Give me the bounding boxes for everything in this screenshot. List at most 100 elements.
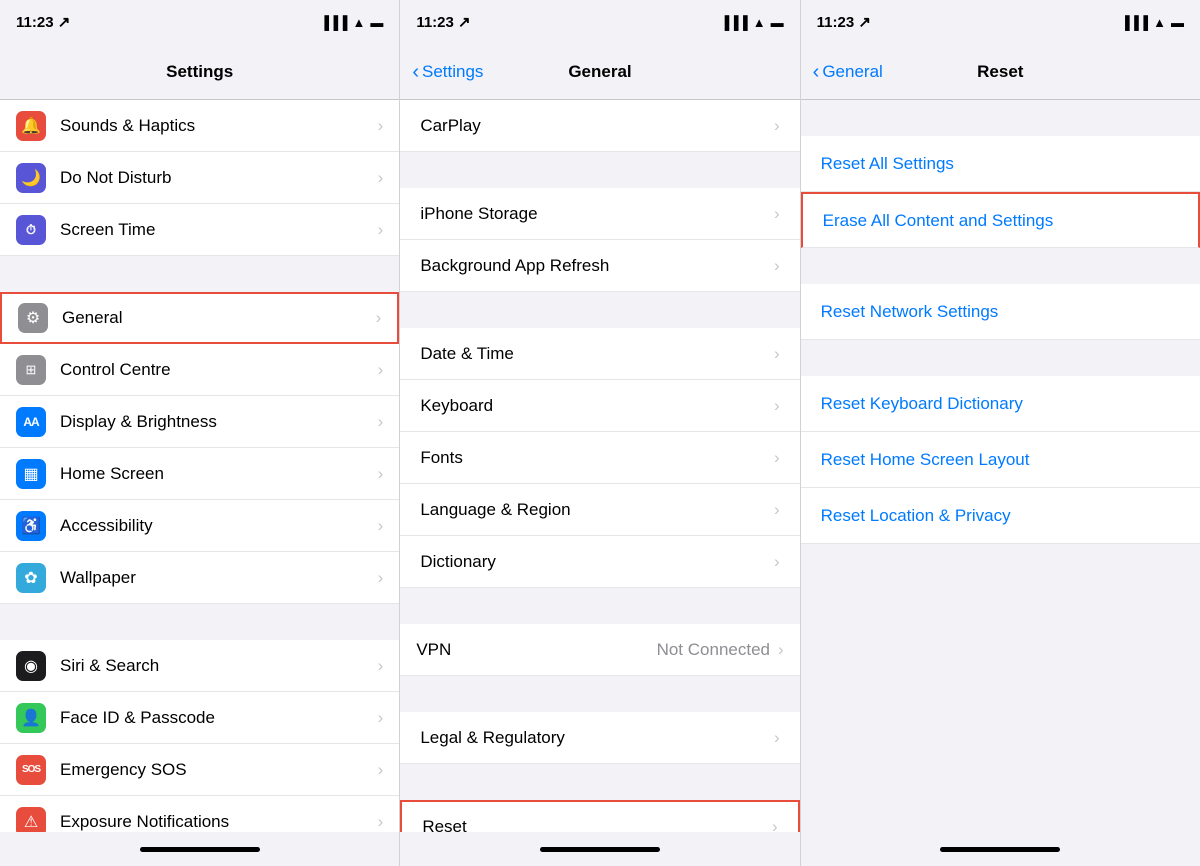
emergencysos-chevron: › <box>378 760 384 780</box>
siri-icon: ◉ <box>16 651 46 681</box>
settings-item-sounds[interactable]: 🔔 Sounds & Haptics › <box>0 100 399 152</box>
general-item-legal[interactable]: Legal & Regulatory › <box>400 712 799 764</box>
gen-sep-1 <box>400 152 799 188</box>
homescreen-icon: ▦ <box>16 459 46 489</box>
wallpaper-label: Wallpaper <box>60 568 378 588</box>
general-chevron: › <box>376 308 382 328</box>
settings-item-exposure[interactable]: ⚠ Exposure Notifications › <box>0 796 399 832</box>
gen-sep-4 <box>400 676 799 712</box>
general-item-language[interactable]: Language & Region › <box>400 484 799 536</box>
wallpaper-icon: ✿ <box>16 563 46 593</box>
general-item-iphonestorage[interactable]: iPhone Storage › <box>400 188 799 240</box>
settings-title: Settings <box>166 62 233 82</box>
settings-list[interactable]: 🔔 Sounds & Haptics › 🌙 Do Not Disturb › … <box>0 100 399 832</box>
wallpaper-chevron: › <box>378 568 384 588</box>
erase-all-label: Erase All Content and Settings <box>823 211 1054 231</box>
legal-chevron: › <box>774 728 780 748</box>
settings-item-screentime[interactable]: ⏱ Screen Time › <box>0 204 399 256</box>
status-time-1: 11:23 ↗ <box>16 13 70 31</box>
controlcentre-label: Control Centre <box>60 360 378 380</box>
reset-back-button[interactable]: ‹ General <box>813 62 883 82</box>
separator-1 <box>0 256 399 292</box>
status-time-2: 11:23 ↗ <box>416 13 470 31</box>
settings-item-controlcentre[interactable]: ⊞ Control Centre › <box>0 344 399 396</box>
general-item-dictionary[interactable]: Dictionary › <box>400 536 799 588</box>
battery-icon-1: ▬ <box>370 15 383 30</box>
reset-sep-top <box>801 100 1200 136</box>
settings-item-wallpaper[interactable]: ✿ Wallpaper › <box>0 552 399 604</box>
vpn-value: Not Connected <box>657 640 770 660</box>
screentime-icon: ⏱ <box>16 215 46 245</box>
general-item-carplay[interactable]: CarPlay › <box>400 100 799 152</box>
keyboard-label: Keyboard <box>420 396 774 416</box>
general-back-label: Settings <box>422 62 483 82</box>
exposure-chevron: › <box>378 812 384 832</box>
language-label: Language & Region <box>420 500 774 520</box>
reset-item-homescreen[interactable]: Reset Home Screen Layout <box>801 432 1200 488</box>
general-item-datetime[interactable]: Date & Time › <box>400 328 799 380</box>
display-chevron: › <box>378 412 384 432</box>
reset-item-network[interactable]: Reset Network Settings <box>801 284 1200 340</box>
reset-network-label: Reset Network Settings <box>821 302 999 322</box>
fonts-chevron: › <box>774 448 780 468</box>
general-back-button[interactable]: ‹ Settings <box>412 62 483 82</box>
signal-icon-1: ▐▐▐ <box>320 15 348 30</box>
display-label: Display & Brightness <box>60 412 378 432</box>
exposure-label: Exposure Notifications <box>60 812 378 832</box>
general-item-keyboard[interactable]: Keyboard › <box>400 380 799 432</box>
reset-list[interactable]: Reset All Settings Erase All Content and… <box>801 100 1200 832</box>
general-title: General <box>568 62 631 82</box>
iphonestorage-label: iPhone Storage <box>420 204 774 224</box>
reset-sep-1 <box>801 248 1200 284</box>
reset-location-label: Reset Location & Privacy <box>821 506 1011 526</box>
settings-header: Settings <box>0 44 399 100</box>
vpn-label: VPN <box>416 640 656 660</box>
settings-item-general[interactable]: ⚙ General › <box>0 292 399 344</box>
reset-item-location[interactable]: Reset Location & Privacy <box>801 488 1200 544</box>
vpn-chevron: › <box>778 640 784 660</box>
general-item-reset[interactable]: Reset › <box>400 800 799 832</box>
accessibility-icon: ♿ <box>16 511 46 541</box>
home-indicator-2 <box>400 832 800 866</box>
controlcentre-icon: ⊞ <box>16 355 46 385</box>
display-icon: AA <box>16 407 46 437</box>
general-item-vpn[interactable]: VPN Not Connected › <box>400 624 799 676</box>
settings-item-homescreen[interactable]: ▦ Home Screen › <box>0 448 399 500</box>
signal-icon-2: ▐▐▐ <box>720 15 748 30</box>
exposure-icon: ⚠ <box>16 807 46 833</box>
siri-label: Siri & Search <box>60 656 378 676</box>
faceid-chevron: › <box>378 708 384 728</box>
fonts-label: Fonts <box>420 448 774 468</box>
battery-icon-3: ▬ <box>1171 15 1184 30</box>
reset-all-settings-label: Reset All Settings <box>821 154 954 174</box>
reset-title: Reset <box>977 62 1023 82</box>
faceid-icon: 👤 <box>16 703 46 733</box>
back-chevron: ‹ <box>412 62 419 82</box>
wifi-icon-2: ▲ <box>753 15 766 30</box>
settings-item-siri[interactable]: ◉ Siri & Search › <box>0 640 399 692</box>
status-bar-panel3: 11:23 ↗ ▐▐▐ ▲ ▬ <box>801 0 1200 44</box>
screentime-label: Screen Time <box>60 220 378 240</box>
reset-keyboard-label: Reset Keyboard Dictionary <box>821 394 1023 414</box>
status-bars: 11:23 ↗ ▐▐▐ ▲ ▬ 11:23 ↗ ▐▐▐ ▲ ▬ 11:23 ↗ … <box>0 0 1200 44</box>
reset-item-all-settings[interactable]: Reset All Settings <box>801 136 1200 192</box>
general-item-backgroundapp[interactable]: Background App Refresh › <box>400 240 799 292</box>
settings-item-faceid[interactable]: 👤 Face ID & Passcode › <box>0 692 399 744</box>
status-time-3: 11:23 ↗ <box>817 13 871 31</box>
reset-item-erase-all[interactable]: Erase All Content and Settings <box>801 192 1200 248</box>
carplay-label: CarPlay <box>420 116 774 136</box>
wifi-icon-1: ▲ <box>352 15 365 30</box>
settings-item-display[interactable]: AA Display & Brightness › <box>0 396 399 448</box>
controlcentre-chevron: › <box>378 360 384 380</box>
donotdisturb-icon: 🌙 <box>16 163 46 193</box>
reset-back-label: General <box>822 62 882 82</box>
settings-item-donotdisturb[interactable]: 🌙 Do Not Disturb › <box>0 152 399 204</box>
donotdisturb-label: Do Not Disturb <box>60 168 378 188</box>
reset-item-keyboard[interactable]: Reset Keyboard Dictionary <box>801 376 1200 432</box>
status-bar-panel1: 11:23 ↗ ▐▐▐ ▲ ▬ <box>0 0 400 44</box>
backgroundapp-chevron: › <box>774 256 780 276</box>
general-item-fonts[interactable]: Fonts › <box>400 432 799 484</box>
general-list[interactable]: CarPlay › iPhone Storage › Background Ap… <box>400 100 799 832</box>
settings-item-accessibility[interactable]: ♿ Accessibility › <box>0 500 399 552</box>
settings-item-emergencysos[interactable]: SOS Emergency SOS › <box>0 744 399 796</box>
